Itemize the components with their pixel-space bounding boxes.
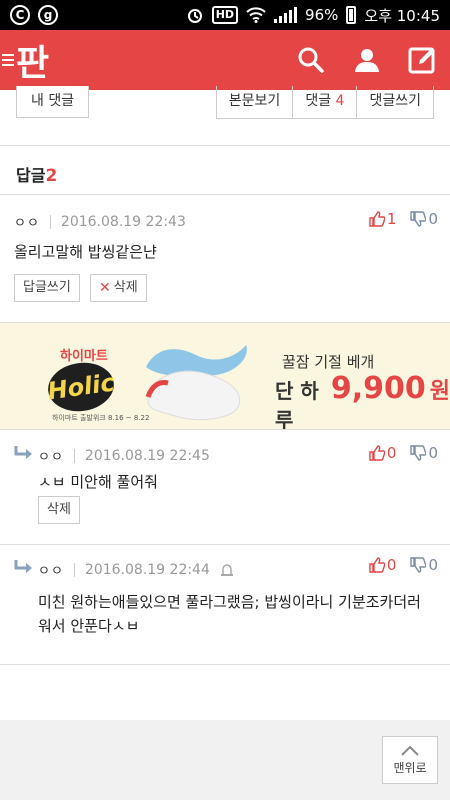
thumbs-up-icon: [369, 557, 385, 573]
home-logo[interactable]: 판: [0, 34, 49, 86]
write-comment-tab[interactable]: 댓글쓰기: [356, 86, 433, 118]
view-post-tab[interactable]: 본문보기: [217, 86, 293, 118]
thumbs-up-icon: [369, 445, 385, 461]
ad-price: 9,900: [330, 371, 426, 406]
ad-brand: 하이마트: [60, 349, 108, 364]
dislike-button[interactable]: 0: [410, 210, 438, 228]
ad-period: 하이마트 출발위크 8.16 ~ 8.22: [52, 414, 150, 422]
scroll-top-button[interactable]: 맨위로: [382, 736, 438, 784]
clock: 오후 10:45: [364, 6, 440, 25]
pillow-image: [145, 345, 247, 421]
thumbs-down-icon: [410, 557, 427, 573]
profile-button[interactable]: [352, 45, 382, 75]
my-comments-button[interactable]: 내 댓글: [16, 86, 90, 118]
tab-group: 본문보기 댓글 4 댓글쓰기: [215, 86, 434, 119]
comment-text-line: 미친 원하는애들있으면 풀라그랬음; 밥씽이라니 기분조카더러: [38, 593, 421, 611]
footer-area: 맨위로: [0, 720, 450, 800]
status-bar: C g HD 96% 오후 10:45: [0, 0, 450, 30]
comments-count: 4: [335, 93, 345, 109]
signal-icon: [274, 7, 298, 23]
dislike-count: 0: [428, 556, 438, 574]
report-icon[interactable]: [220, 563, 234, 577]
divider: [0, 544, 450, 545]
ad-holic-logo: Holic: [44, 358, 118, 416]
thumbs-up-icon: [369, 211, 385, 227]
comment-text-line: 워서 안푼다ㅅㅂ: [38, 617, 140, 635]
search-button[interactable]: [296, 45, 326, 75]
reply-button[interactable]: 답글쓰기: [14, 274, 80, 302]
comments-tab[interactable]: 댓글 4: [292, 86, 356, 118]
like-count: 0: [386, 444, 397, 462]
like-count: 1: [386, 210, 397, 228]
replies-count: 2: [45, 166, 58, 186]
comment-date: 2016.08.19 22:43: [60, 213, 186, 230]
ad-banner[interactable]: 하이마트 Holic 하이마트 출발위크 8.16 ~ 8.22 꿀잠 기절 베…: [0, 322, 450, 430]
edit-icon: [408, 47, 435, 74]
replies-label: 답글: [16, 166, 46, 185]
reply-arrow-icon: [14, 446, 32, 459]
like-count: 0: [386, 556, 397, 574]
dislike-count: 0: [428, 444, 438, 462]
comment-date: 2016.08.19 22:44: [84, 561, 210, 578]
dislike-button[interactable]: 0: [410, 556, 438, 574]
divider: [0, 664, 450, 665]
write-button[interactable]: [408, 45, 438, 75]
comment-nickname[interactable]: ㅇㅇ: [14, 212, 40, 231]
search-icon: [298, 47, 324, 73]
divider: [0, 194, 450, 195]
like-button[interactable]: 1: [369, 210, 397, 228]
delete-button[interactable]: ✕ 삭제: [90, 274, 147, 302]
hd-icon: HD: [211, 6, 239, 24]
app-header: 판: [0, 30, 450, 90]
battery-icon: [346, 6, 357, 24]
app-notification-icon: g: [38, 5, 58, 25]
chevron-up-icon: [401, 745, 419, 756]
comments-tab-label: 댓글: [305, 93, 332, 109]
ad-price-line: 단 하루 9,900 원: [275, 371, 450, 430]
comment-date: 2016.08.19 22:45: [84, 447, 210, 464]
thumbs-down-icon: [410, 445, 427, 461]
like-button[interactable]: 0: [369, 556, 397, 574]
like-button[interactable]: 0: [369, 444, 397, 462]
comment-text: 올리고말해 밥씽같은냔: [14, 243, 157, 261]
logo-text: 판: [16, 43, 49, 84]
user-icon: [355, 49, 379, 72]
app-notification-icon: C: [10, 5, 30, 25]
ad-currency: 원: [429, 379, 450, 404]
reply-arrow-icon: [14, 560, 32, 573]
delete-label: 삭제: [113, 280, 138, 295]
alarm-icon: [187, 9, 202, 23]
replies-header: 답글2: [16, 162, 57, 186]
battery-percent: 96%: [305, 6, 339, 24]
dislike-button[interactable]: 0: [410, 444, 438, 462]
scroll-top-label: 맨위로: [393, 760, 427, 775]
thumbs-down-icon: [410, 211, 427, 227]
comment-nickname[interactable]: ㅇㅇ: [38, 560, 64, 579]
delete-button[interactable]: 삭제: [38, 496, 80, 524]
menu-icon[interactable]: [0, 54, 14, 66]
wifi-icon: [246, 7, 266, 23]
comment-tabs: 내 댓글 본문보기 댓글 4 댓글쓰기: [0, 86, 450, 146]
comment-nickname[interactable]: ㅇㅇ: [38, 446, 64, 465]
close-icon: ✕: [99, 280, 111, 296]
ad-tagline: 꿀잠 기절 베개: [282, 353, 375, 371]
dislike-count: 0: [428, 210, 438, 228]
ad-price-prefix: 단 하루: [275, 379, 319, 430]
comment-text: ㅅㅂ 미안해 풀어줘: [38, 473, 158, 491]
